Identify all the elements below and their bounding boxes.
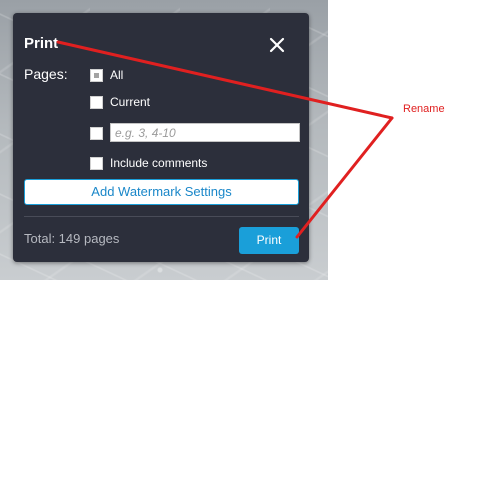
dialog-title: Print [24,35,59,52]
option-include-comments[interactable]: Include comments [90,155,207,171]
print-button[interactable]: Print [239,227,299,254]
include-comments-checkbox[interactable] [90,156,103,170]
print-dialog: Print Pages: All Current Include comment… [13,13,309,262]
option-current[interactable]: Current [90,94,150,110]
add-watermark-settings-button[interactable]: Add Watermark Settings [24,179,299,205]
close-icon[interactable] [267,35,287,55]
current-checkbox[interactable] [90,95,103,109]
all-checkbox[interactable] [90,68,103,82]
total-pages-text: Total: 149 pages [24,231,120,246]
page-range-input[interactable] [110,123,300,142]
pages-label: Pages: [24,66,68,82]
divider [24,216,299,217]
option-current-label: Current [110,95,151,109]
option-all-label: All [110,68,124,82]
option-range[interactable] [90,125,110,141]
option-all[interactable]: All [90,67,123,83]
option-include-comments-label: Include comments [110,156,208,170]
range-checkbox[interactable] [90,126,103,140]
annotation-label: Rename [403,103,445,115]
